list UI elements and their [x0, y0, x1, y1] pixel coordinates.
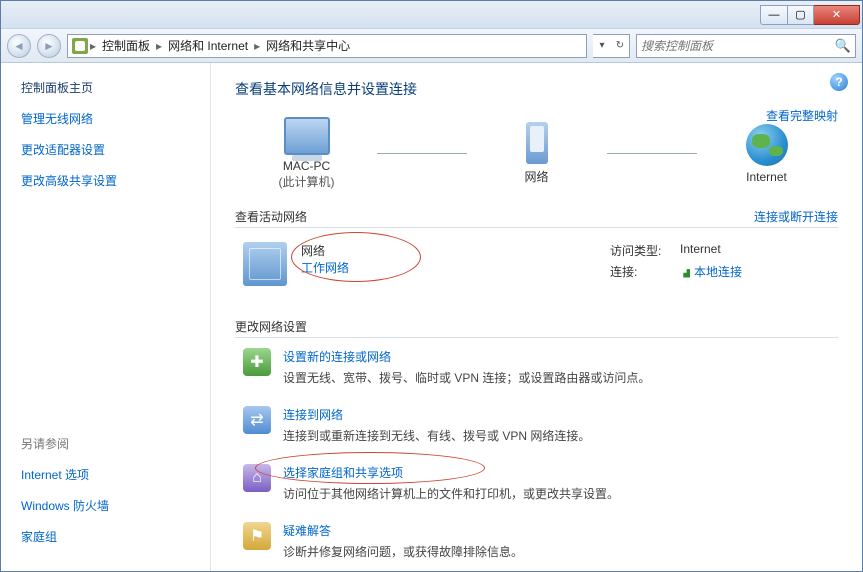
header-text: 查看活动网络	[235, 208, 307, 225]
node-sublabel: (此计算机)	[237, 173, 377, 190]
access-type-value: Internet	[680, 242, 721, 259]
active-network-row: 网络 工作网络 访问类型: Internet 连接: 本地连接	[235, 228, 838, 300]
main-content: ? 查看基本网络信息并设置连接 查看完整映射 MAC-PC (此计算机) 网络 …	[211, 63, 862, 571]
maximize-button[interactable]: ▢	[788, 5, 814, 25]
search-input[interactable]	[641, 39, 835, 53]
active-network-properties: 访问类型: Internet 连接: 本地连接	[610, 242, 830, 284]
setting-title[interactable]: 连接到网络	[283, 406, 590, 423]
address-controls: ▾ ↻	[593, 34, 630, 58]
connection-label: 连接:	[610, 263, 680, 280]
sidebar-home[interactable]: 控制面板主页	[21, 79, 198, 96]
setting-title[interactable]: 疑难解答	[283, 522, 523, 539]
chevron-right-icon: ▸	[252, 39, 262, 53]
access-type-label: 访问类型:	[610, 242, 680, 259]
setting-troubleshoot[interactable]: ⚑ 疑难解答 诊断并修复网络问题，或获得故障排除信息。	[235, 512, 838, 570]
node-label: Internet	[697, 170, 837, 184]
node-label: 网络	[467, 168, 607, 185]
connection-line	[607, 153, 697, 154]
see-also-internet-options[interactable]: Internet 选项	[21, 466, 198, 483]
change-settings-header: 更改网络设置	[235, 318, 838, 338]
connect-icon: ⇄	[243, 406, 271, 434]
sidebar-link-wireless[interactable]: 管理无线网络	[21, 110, 198, 127]
breadcrumb[interactable]: ▸ 控制面板 ▸ 网络和 Internet ▸ 网络和共享中心	[67, 34, 587, 58]
setting-desc: 访问位于其他网络计算机上的文件和打印机，或更改共享设置。	[283, 485, 619, 502]
plus-icon: ✚	[243, 348, 271, 376]
sidebar-link-sharing[interactable]: 更改高级共享设置	[21, 172, 198, 189]
search-icon[interactable]: 🔍	[835, 38, 851, 54]
address-bar: ◄ ► ▸ 控制面板 ▸ 网络和 Internet ▸ 网络和共享中心 ▾ ↻ …	[1, 29, 862, 63]
setting-title[interactable]: 设置新的连接或网络	[283, 348, 650, 365]
troubleshoot-icon: ⚑	[243, 522, 271, 550]
setting-homegroup-sharing[interactable]: ⌂ 选择家庭组和共享选项 访问位于其他网络计算机上的文件和打印机，或更改共享设置…	[235, 454, 838, 512]
connection-line	[377, 153, 467, 154]
page-title: 查看基本网络信息并设置连接	[235, 79, 838, 99]
setting-connect-network[interactable]: ⇄ 连接到网络 连接到或重新连接到无线、有线、拨号或 VPN 网络连接。	[235, 396, 838, 454]
connection-link[interactable]: 本地连接	[680, 263, 742, 280]
setting-desc: 诊断并修复网络问题，或获得故障排除信息。	[283, 543, 523, 560]
window: — ▢ ✕ ◄ ► ▸ 控制面板 ▸ 网络和 Internet ▸ 网络和共享中…	[0, 0, 863, 572]
connect-disconnect-link[interactable]: 连接或断开连接	[754, 208, 838, 225]
nav-back-button[interactable]: ◄	[7, 34, 31, 58]
connection-value: 本地连接	[694, 263, 742, 280]
active-network-header: 查看活动网络 连接或断开连接	[235, 208, 838, 228]
see-also-firewall[interactable]: Windows 防火墙	[21, 497, 198, 514]
network-device-icon	[526, 122, 548, 164]
active-network-name: 网络	[301, 242, 481, 259]
see-also-header: 另请参阅	[21, 435, 198, 452]
minimize-button[interactable]: —	[760, 5, 788, 25]
chevron-right-icon: ▸	[154, 39, 164, 53]
help-icon[interactable]: ?	[830, 73, 848, 91]
active-network-type-link[interactable]: 工作网络	[301, 259, 481, 276]
titlebar: — ▢ ✕	[1, 1, 862, 29]
nav-forward-button[interactable]: ►	[37, 34, 61, 58]
breadcrumb-item[interactable]: 控制面板	[98, 37, 154, 54]
breadcrumb-item[interactable]: 网络和共享中心	[262, 37, 354, 54]
close-button[interactable]: ✕	[814, 5, 860, 25]
setting-title[interactable]: 选择家庭组和共享选项	[283, 464, 619, 481]
search-box[interactable]: 🔍	[636, 34, 856, 58]
node-this-computer: MAC-PC (此计算机)	[237, 117, 377, 190]
sidebar-link-adapter[interactable]: 更改适配器设置	[21, 141, 198, 158]
control-panel-icon	[72, 38, 88, 54]
chevron-right-icon: ▸	[88, 39, 98, 53]
node-network: 网络	[467, 122, 607, 185]
computer-icon	[284, 117, 330, 155]
node-label: MAC-PC	[237, 159, 377, 173]
header-text: 更改网络设置	[235, 318, 307, 335]
setting-new-connection[interactable]: ✚ 设置新的连接或网络 设置无线、宽带、拨号、临时或 VPN 连接；或设置路由器…	[235, 338, 838, 396]
setting-desc: 设置无线、宽带、拨号、临时或 VPN 连接；或设置路由器或访问点。	[283, 369, 650, 386]
history-dropdown-button[interactable]: ▾	[593, 40, 611, 51]
sidebar: 控制面板主页 管理无线网络 更改适配器设置 更改高级共享设置 另请参阅 Inte…	[1, 63, 211, 571]
breadcrumb-item[interactable]: 网络和 Internet	[164, 37, 252, 54]
see-also-homegroup[interactable]: 家庭组	[21, 528, 198, 545]
refresh-button[interactable]: ↻	[611, 40, 629, 51]
homegroup-icon: ⌂	[243, 464, 271, 492]
setting-desc: 连接到或重新连接到无线、有线、拨号或 VPN 网络连接。	[283, 427, 590, 444]
network-map: MAC-PC (此计算机) 网络 Internet	[235, 117, 838, 190]
network-icon	[243, 242, 287, 286]
node-internet: Internet	[697, 124, 837, 184]
globe-icon	[746, 124, 788, 166]
signal-icon	[680, 266, 690, 278]
